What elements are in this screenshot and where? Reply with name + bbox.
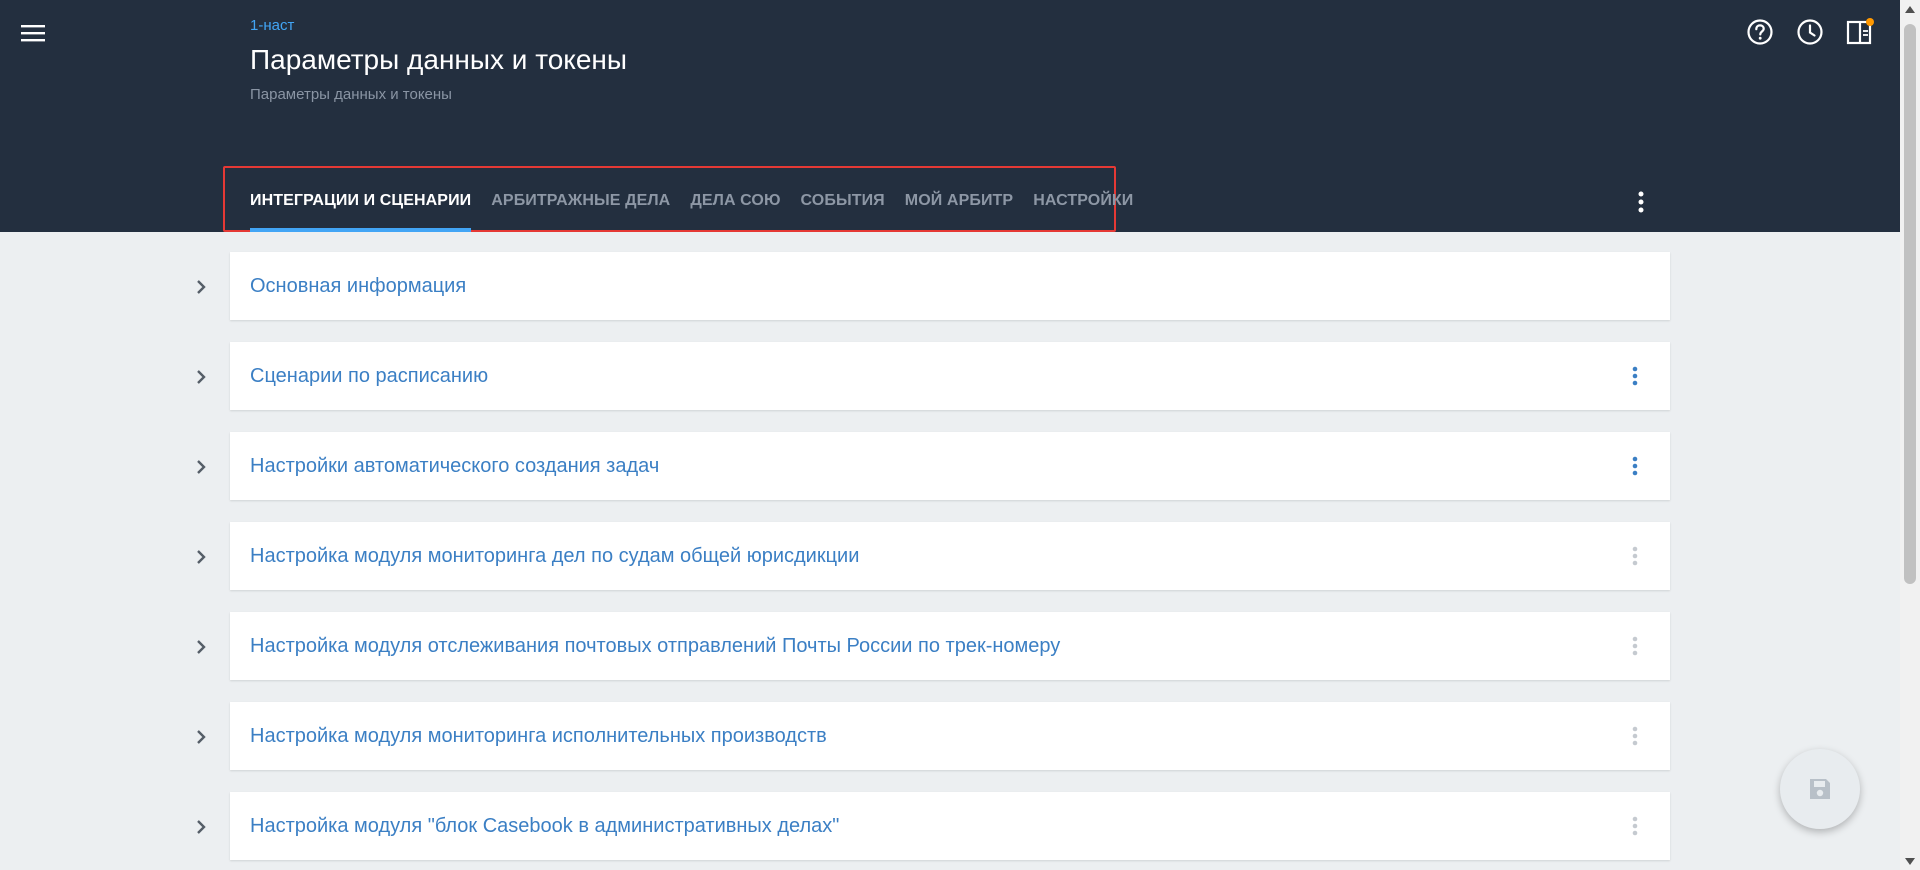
chevron-right-icon — [197, 370, 206, 384]
section-title: Настройки автоматического создания задач — [250, 455, 660, 477]
section-row: Настройка модуля отслеживания почтовых о… — [190, 612, 1670, 682]
history-button[interactable] — [1794, 16, 1826, 48]
section-card[interactable]: Настройка модуля "блок Casebook в админи… — [230, 792, 1670, 860]
section-title: Настройка модуля "блок Casebook в админи… — [250, 815, 840, 837]
section-card[interactable]: Настройка модуля мониторинга дел по суда… — [230, 522, 1670, 590]
menu-button[interactable] — [16, 18, 50, 48]
section-menu-button-disabled — [1620, 721, 1650, 751]
section-title: Основная информация — [250, 275, 467, 297]
section-row: Основная информация — [190, 252, 1670, 322]
scroll-up-arrow[interactable] — [1904, 4, 1916, 14]
scrollbar-thumb[interactable] — [1904, 24, 1916, 584]
section-row: Сценарии по расписанию — [190, 342, 1670, 412]
section-row: Настройка модуля мониторинга исполнитель… — [190, 702, 1670, 772]
vertical-scrollbar[interactable] — [1900, 0, 1920, 870]
chevron-right-icon — [197, 730, 206, 744]
tab-settings[interactable]: НАСТРОЙКИ — [1033, 170, 1133, 232]
scroll-down-arrow[interactable] — [1904, 856, 1916, 866]
more-vert-icon — [1632, 456, 1638, 476]
section-row: Настройка модуля мониторинга дел по суда… — [190, 522, 1670, 592]
app-header: 1-наст Параметры данных и токены Парамет… — [0, 0, 1900, 232]
menu-icon — [21, 25, 45, 42]
tab-arbitration-cases[interactable]: АРБИТРАЖНЫЕ ДЕЛА — [491, 170, 670, 232]
section-title: Настройка модуля мониторинга исполнитель… — [250, 725, 827, 747]
triangle-down-icon — [1905, 857, 1915, 865]
panel-toggle-button[interactable] — [1844, 16, 1876, 48]
expand-button[interactable] — [190, 792, 212, 862]
chevron-right-icon — [197, 460, 206, 474]
section-title: Сценарии по расписанию — [250, 365, 489, 387]
tab-integrations[interactable]: ИНТЕГРАЦИИ И СЦЕНАРИИ — [250, 170, 472, 232]
expand-button[interactable] — [190, 432, 212, 502]
more-vert-icon — [1632, 636, 1638, 656]
expand-button[interactable] — [190, 702, 212, 772]
section-card[interactable]: Настройки автоматического создания задач — [230, 432, 1670, 500]
help-icon — [1747, 19, 1773, 45]
page-subtitle: Параметры данных и токены — [250, 86, 452, 103]
expand-button[interactable] — [190, 522, 212, 592]
section-card[interactable]: Основная информация — [230, 252, 1670, 320]
expand-button[interactable] — [190, 252, 212, 322]
chevron-right-icon — [197, 820, 206, 834]
section-card[interactable]: Настройка модуля отслеживания почтовых о… — [230, 612, 1670, 680]
expand-button[interactable] — [190, 342, 212, 412]
more-vert-icon — [1632, 816, 1638, 836]
more-vert-icon — [1632, 726, 1638, 746]
section-title: Настройка модуля отслеживания почтовых о… — [250, 635, 1061, 657]
tabs-more-button[interactable] — [1626, 186, 1656, 218]
more-vert-icon — [1632, 366, 1638, 386]
section-title: Настройка модуля мониторинга дел по суда… — [250, 545, 860, 567]
breadcrumb[interactable]: 1-наст — [250, 17, 294, 34]
help-button[interactable] — [1744, 16, 1776, 48]
panel-toggle-icon — [1846, 18, 1874, 45]
save-fab-button[interactable] — [1780, 749, 1860, 829]
tab-bar: ИНТЕГРАЦИИ И СЦЕНАРИИ АРБИТРАЖНЫЕ ДЕЛА Д… — [250, 170, 1153, 232]
section-card[interactable]: Сценарии по расписанию — [230, 342, 1670, 410]
chevron-right-icon — [197, 550, 206, 564]
section-menu-button-disabled — [1620, 811, 1650, 841]
expand-button[interactable] — [190, 612, 212, 682]
tab-my-arbitr[interactable]: МОЙ АРБИТР — [905, 170, 1013, 232]
save-icon — [1810, 779, 1830, 799]
notification-dot — [1866, 18, 1874, 26]
section-menu-button-disabled — [1620, 631, 1650, 661]
section-menu-button[interactable] — [1620, 451, 1650, 481]
tab-events[interactable]: СОБЫТИЯ — [801, 170, 885, 232]
section-menu-button-disabled — [1620, 541, 1650, 571]
chevron-right-icon — [197, 280, 206, 294]
section-row: Настройки автоматического создания задач — [190, 432, 1670, 502]
chevron-right-icon — [197, 640, 206, 654]
page-title: Параметры данных и токены — [250, 44, 628, 75]
section-card[interactable]: Настройка модуля мониторинга исполнитель… — [230, 702, 1670, 770]
section-row: Настройка модуля "блок Casebook в админи… — [190, 792, 1670, 862]
more-vert-icon — [1638, 191, 1644, 213]
section-menu-button[interactable] — [1620, 361, 1650, 391]
tab-general-jurisdiction-cases[interactable]: ДЕЛА СОЮ — [690, 170, 780, 232]
more-vert-icon — [1632, 546, 1638, 566]
history-icon — [1797, 19, 1823, 45]
triangle-up-icon — [1905, 5, 1915, 13]
